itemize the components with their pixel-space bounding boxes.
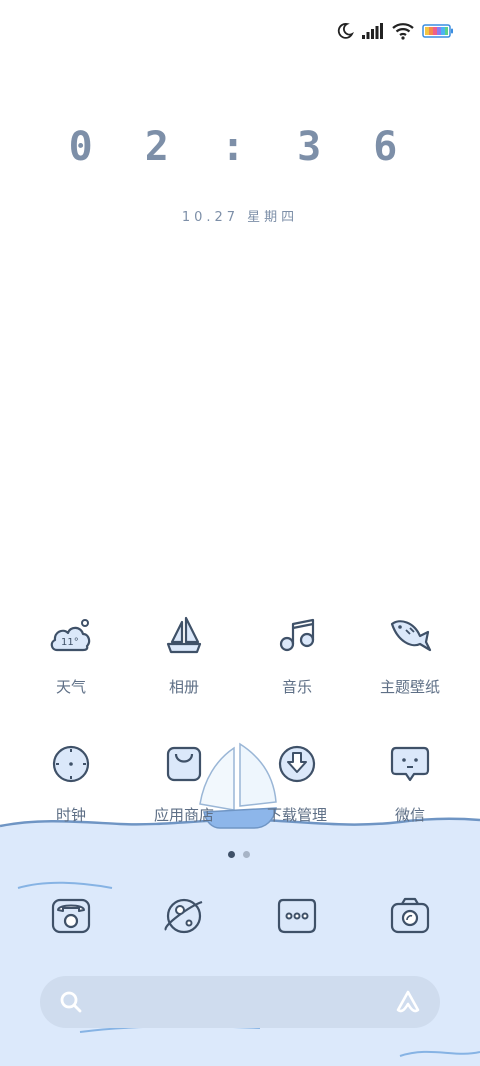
app-gallery[interactable]: 相册 bbox=[129, 612, 239, 697]
shopping-bag-icon bbox=[166, 746, 202, 782]
sailboat-gallery-icon bbox=[166, 616, 202, 654]
phone-icon[interactable] bbox=[47, 892, 95, 940]
search-bar[interactable] bbox=[40, 976, 440, 1028]
page-dot-2[interactable] bbox=[243, 851, 250, 858]
signal-icon bbox=[362, 23, 383, 39]
search-icon[interactable] bbox=[60, 991, 82, 1013]
messages-icon[interactable] bbox=[273, 892, 321, 940]
status-bar bbox=[336, 18, 454, 44]
app-label: 天气 bbox=[55, 678, 86, 696]
app-wechat[interactable]: 微信 bbox=[355, 740, 465, 825]
fish-theme-icon bbox=[390, 620, 432, 652]
page-indicator[interactable] bbox=[228, 851, 250, 858]
app-label: 应用商店 bbox=[153, 806, 214, 824]
clock-icon bbox=[52, 745, 90, 783]
app-label: 主题壁纸 bbox=[379, 678, 440, 696]
weather-temp: 11° bbox=[61, 637, 79, 648]
planet-browser-icon[interactable] bbox=[160, 892, 208, 940]
assistant-icon[interactable] bbox=[394, 988, 422, 1016]
moon-icon bbox=[337, 23, 354, 39]
wifi-icon bbox=[392, 23, 414, 40]
download-icon bbox=[278, 745, 316, 783]
app-label: 音乐 bbox=[281, 678, 312, 696]
camera-icon[interactable] bbox=[386, 892, 434, 940]
app-label: 下载管理 bbox=[266, 806, 327, 824]
clock-time[interactable]: 0 2 : 3 6 bbox=[0, 124, 480, 170]
battery-icon bbox=[422, 24, 453, 38]
app-clock[interactable]: 时钟 bbox=[16, 740, 126, 825]
app-weather[interactable]: 11° 天气 bbox=[16, 612, 126, 697]
app-label: 微信 bbox=[394, 806, 425, 824]
app-music[interactable]: 音乐 bbox=[242, 612, 352, 697]
app-themes[interactable]: 主题壁纸 bbox=[355, 612, 465, 697]
chat-bubble-icon bbox=[390, 746, 430, 782]
app-label: 相册 bbox=[168, 678, 199, 696]
weather-icon: 11° bbox=[50, 619, 91, 652]
clock-date[interactable]: 10.27 星期四 bbox=[0, 206, 480, 225]
app-downloads[interactable]: 下载管理 bbox=[242, 740, 352, 825]
app-store[interactable]: 应用商店 bbox=[129, 740, 239, 825]
page-dot-1[interactable] bbox=[228, 851, 235, 858]
music-note-icon bbox=[279, 618, 315, 652]
app-label: 时钟 bbox=[55, 806, 86, 824]
